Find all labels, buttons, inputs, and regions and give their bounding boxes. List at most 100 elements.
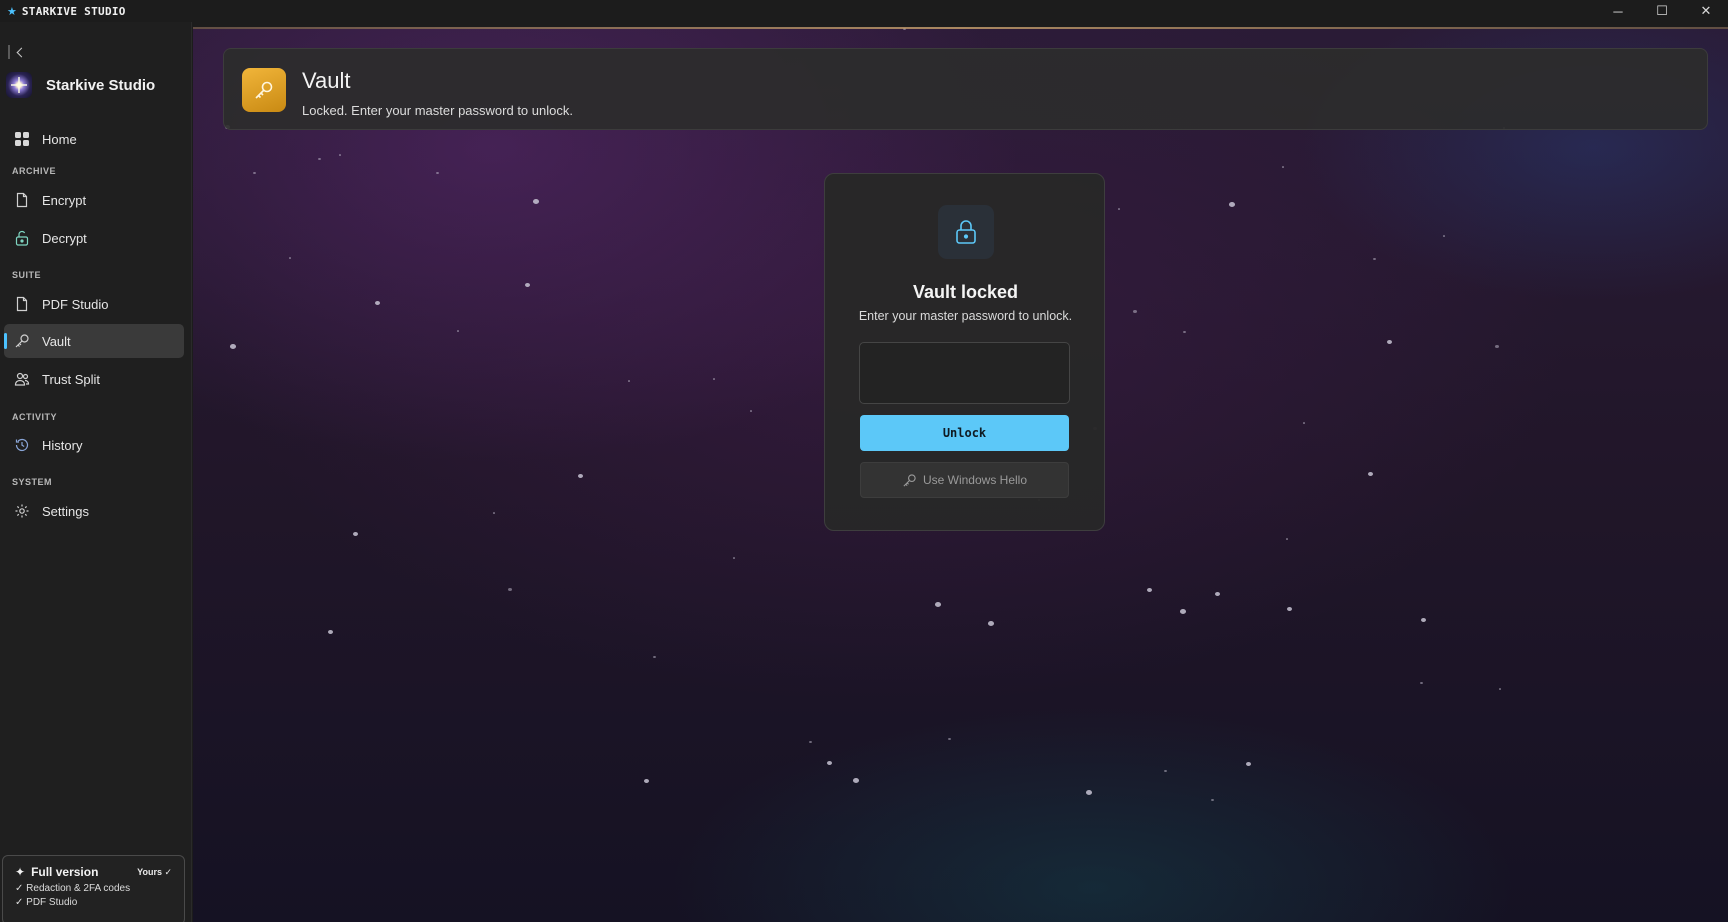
star-dot bbox=[733, 557, 735, 559]
sidebar-item-trust-split[interactable]: Trust Split bbox=[4, 362, 184, 396]
document-icon bbox=[14, 192, 30, 208]
brand-logo-icon bbox=[6, 72, 32, 98]
star-dot bbox=[436, 172, 439, 175]
star-dot bbox=[653, 656, 656, 659]
star-dot bbox=[1387, 340, 1392, 344]
sidebar-item-settings[interactable]: Settings bbox=[4, 494, 184, 528]
sidebar-item-pdf-studio[interactable]: PDF Studio bbox=[4, 287, 184, 321]
page-title: Vault bbox=[302, 68, 351, 93]
star-dot bbox=[750, 410, 752, 412]
lock-icon bbox=[938, 205, 994, 259]
people-icon bbox=[14, 371, 30, 387]
star-dot bbox=[339, 154, 341, 156]
sidebar-item-home[interactable]: Home bbox=[4, 122, 184, 156]
vault-lock-panel: Vault locked Enter your master password … bbox=[824, 173, 1105, 531]
license-badge: Yours ✓ bbox=[137, 866, 172, 877]
star-dot bbox=[457, 330, 459, 332]
master-password-input[interactable] bbox=[859, 342, 1070, 404]
document-icon bbox=[14, 296, 30, 312]
license-feature: ✓ Redaction & 2FA codes bbox=[15, 883, 131, 894]
star-dot bbox=[318, 158, 321, 161]
minimize-button[interactable]: ─ bbox=[1596, 0, 1640, 22]
star-dot bbox=[644, 779, 649, 783]
gear-icon bbox=[14, 503, 30, 519]
star-dot bbox=[1086, 790, 1092, 795]
key-icon bbox=[902, 473, 917, 488]
license-title-text: Full version bbox=[31, 865, 99, 879]
brand: Starkive Studio bbox=[6, 72, 155, 98]
star-dot bbox=[1495, 345, 1499, 349]
star-dot bbox=[533, 199, 539, 204]
star-dot bbox=[1164, 770, 1167, 773]
star-dot bbox=[375, 301, 380, 305]
key-icon bbox=[14, 333, 30, 349]
page-subtitle: Locked. Enter your master password to un… bbox=[302, 103, 573, 118]
star-dot bbox=[525, 283, 530, 287]
star-dot bbox=[1183, 331, 1186, 334]
section-label-suite: SUITE bbox=[12, 270, 42, 280]
section-label-system: SYSTEM bbox=[12, 477, 53, 487]
star-dot bbox=[1246, 762, 1251, 766]
lock-subtitle: Enter your master password to unlock. bbox=[858, 309, 1073, 323]
star-dot bbox=[289, 257, 291, 259]
main-content: Vault Locked. Enter your master password… bbox=[193, 27, 1728, 922]
star-dot bbox=[1180, 609, 1186, 614]
unlock-icon bbox=[14, 230, 30, 246]
sidebar-item-label: Decrypt bbox=[42, 230, 87, 246]
window-controls: ─ ☐ ✕ bbox=[1596, 0, 1728, 22]
star-dot bbox=[827, 761, 832, 765]
star-dot bbox=[230, 344, 236, 349]
star-dot bbox=[508, 588, 512, 592]
star-dot bbox=[1420, 682, 1423, 685]
star-dot bbox=[1303, 422, 1305, 424]
star-dot bbox=[1147, 588, 1152, 592]
star-dot bbox=[1443, 235, 1445, 237]
sidebar-item-label: Settings bbox=[42, 503, 89, 519]
star-dot bbox=[578, 474, 583, 478]
sidebar-item-encrypt[interactable]: Encrypt bbox=[4, 183, 184, 217]
back-button[interactable] bbox=[8, 42, 32, 62]
star-dot bbox=[628, 380, 630, 382]
unlock-button[interactable]: Unlock bbox=[860, 415, 1069, 451]
sidebar-item-decrypt[interactable]: Decrypt bbox=[4, 221, 184, 255]
license-feature: ✓ PDF Studio bbox=[15, 897, 78, 908]
sidebar: Starkive Studio Home ARCHIVE Encrypt Dec… bbox=[0, 22, 192, 922]
title-bar: ★ STARKIVE STUDIO ─ ☐ ✕ bbox=[0, 0, 1728, 22]
grid-icon bbox=[14, 131, 30, 147]
top-accent-line bbox=[193, 27, 1728, 29]
star-dot bbox=[1286, 538, 1288, 540]
star-dot bbox=[493, 512, 495, 514]
star-dot bbox=[1118, 208, 1120, 210]
sidebar-item-vault[interactable]: Vault bbox=[4, 324, 184, 358]
pane-indicator bbox=[8, 45, 10, 59]
lock-title: Vault locked bbox=[912, 282, 1019, 302]
star-dot bbox=[1133, 310, 1137, 314]
sidebar-item-label: Home bbox=[42, 131, 77, 147]
star-dot bbox=[1368, 472, 1373, 476]
star-dot bbox=[809, 741, 812, 744]
star-dot bbox=[1499, 688, 1501, 690]
star-dot bbox=[935, 602, 941, 607]
section-label-activity: ACTIVITY bbox=[12, 412, 58, 422]
close-button[interactable]: ✕ bbox=[1684, 0, 1728, 22]
windows-hello-button[interactable]: Use Windows Hello bbox=[860, 462, 1069, 498]
maximize-button[interactable]: ☐ bbox=[1640, 0, 1684, 22]
sidebar-item-label: Vault bbox=[42, 333, 71, 349]
star-dot bbox=[1421, 618, 1426, 622]
star-dot bbox=[1373, 258, 1376, 261]
key-icon bbox=[242, 68, 286, 112]
license-card[interactable]: ✦ Full version Yours ✓ ✓ Redaction & 2FA … bbox=[2, 855, 185, 922]
star-dot bbox=[948, 738, 951, 741]
star-dot bbox=[1287, 607, 1292, 611]
windows-hello-label: Use Windows Hello bbox=[922, 473, 1028, 487]
chevron-left-icon bbox=[16, 47, 27, 57]
sidebar-item-history[interactable]: History bbox=[4, 428, 184, 462]
star-dot bbox=[988, 621, 994, 626]
app-star-icon: ★ bbox=[7, 5, 17, 18]
star-dot bbox=[253, 172, 256, 175]
star-dot bbox=[713, 378, 715, 380]
license-title: ✦ Full version bbox=[15, 865, 98, 879]
history-icon bbox=[14, 437, 30, 453]
star-dot bbox=[1282, 166, 1284, 168]
section-label-archive: ARCHIVE bbox=[12, 166, 57, 176]
